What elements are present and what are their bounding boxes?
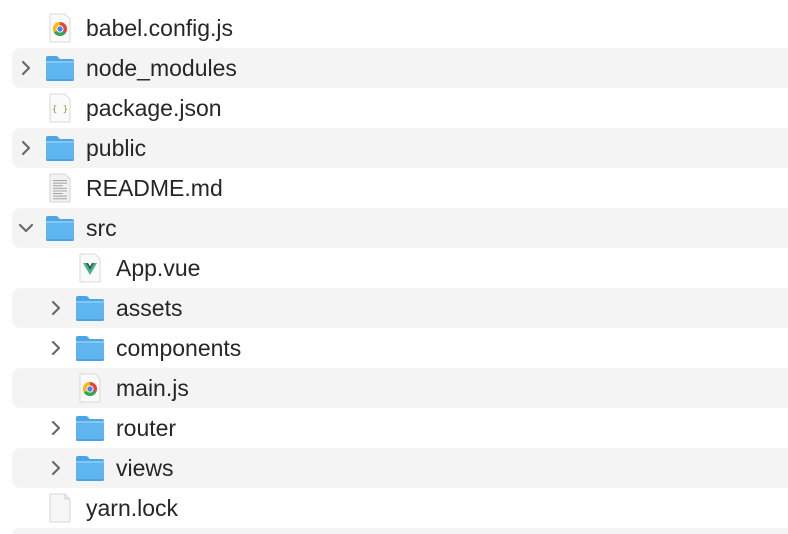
item-name: App.vue <box>116 255 201 281</box>
folder-row[interactable]: public <box>12 128 788 168</box>
item-name: package.json <box>86 95 222 121</box>
folder-row[interactable]: assets <box>12 288 788 328</box>
chevron-right-icon[interactable] <box>18 57 34 79</box>
item-name: README.md <box>86 175 223 201</box>
text-document-icon <box>44 173 76 203</box>
file-list: babel.config.js node_modules { } package.js… <box>0 0 788 534</box>
folder-icon <box>74 453 106 483</box>
item-name: yarn.lock <box>86 495 179 521</box>
chrome-js-file-icon <box>74 373 106 403</box>
folder-icon <box>44 213 76 243</box>
chrome-js-file-icon <box>44 13 76 43</box>
item-name: main.js <box>116 375 189 401</box>
folder-row[interactable]: router <box>12 408 788 448</box>
item-name: public <box>86 135 147 161</box>
vue-file-icon <box>74 253 106 283</box>
file-row[interactable]: yarn.lock <box>12 488 788 528</box>
chevron-right-icon[interactable] <box>48 417 64 439</box>
file-row[interactable]: App.vue <box>12 248 788 288</box>
file-row[interactable]: { } package.json <box>12 88 788 128</box>
chevron-down-icon[interactable] <box>18 217 34 239</box>
file-row[interactable]: babel.config.js <box>12 8 788 48</box>
folder-row[interactable]: src <box>12 208 788 248</box>
item-name: views <box>116 455 174 481</box>
folder-icon <box>74 293 106 323</box>
chevron-right-icon[interactable] <box>18 137 34 159</box>
folder-row[interactable]: views <box>12 448 788 488</box>
next-row-partial <box>12 528 788 534</box>
item-name: babel.config.js <box>86 15 234 41</box>
item-name: node_modules <box>86 55 237 81</box>
item-name: router <box>116 415 177 441</box>
blank-document-icon <box>44 493 76 523</box>
chevron-right-icon[interactable] <box>48 337 64 359</box>
item-name: src <box>86 215 117 241</box>
svg-text:{ }: { } <box>52 105 68 115</box>
folder-icon <box>44 53 76 83</box>
chevron-right-icon[interactable] <box>48 457 64 479</box>
json-file-icon: { } <box>44 93 76 123</box>
item-name: assets <box>116 295 183 321</box>
folder-icon <box>44 133 76 163</box>
item-name: components <box>116 335 242 361</box>
folder-row[interactable]: node_modules <box>12 48 788 88</box>
chevron-right-icon[interactable] <box>48 297 64 319</box>
file-row[interactable]: README.md <box>12 168 788 208</box>
folder-icon <box>74 333 106 363</box>
file-row[interactable]: main.js <box>12 368 788 408</box>
folder-icon <box>74 413 106 443</box>
folder-row[interactable]: components <box>12 328 788 368</box>
